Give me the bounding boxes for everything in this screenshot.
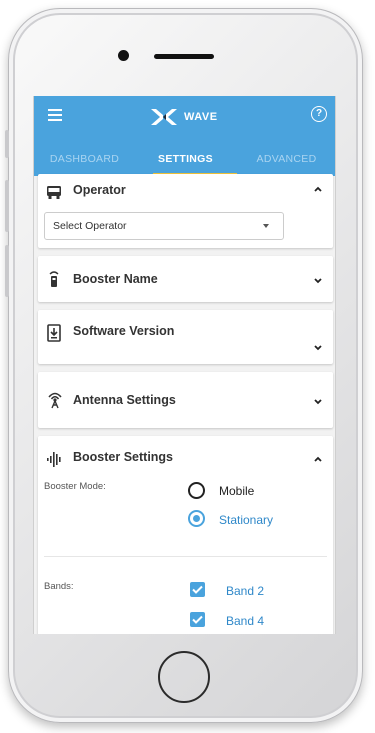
antenna-settings-header[interactable]: Antenna Settings <box>38 372 333 428</box>
band-4-checkbox[interactable] <box>190 612 205 627</box>
wave-logo-icon <box>151 109 177 125</box>
bands-label: Bands: <box>44 581 74 592</box>
tab-bar: DASHBOARD SETTINGS ADVANCED <box>34 146 335 176</box>
tab-dashboard[interactable]: DASHBOARD <box>34 146 135 176</box>
mode-mobile-label[interactable]: Mobile <box>219 484 254 498</box>
booster-name-card[interactable]: Booster Name <box>38 256 333 302</box>
volume-up-button <box>5 180 9 232</box>
volume-down-button <box>5 245 9 297</box>
operator-card: Operator Select Operator <box>38 174 333 248</box>
chevron-up-icon[interactable] <box>313 454 323 464</box>
operator-title: Operator <box>73 183 126 197</box>
home-button[interactable] <box>158 651 210 703</box>
signal-bars-icon <box>47 452 61 467</box>
app-screen: WAVE ? DASHBOARD SETTINGS ADVANCED Opera… <box>33 96 336 634</box>
operator-header[interactable]: Operator <box>38 174 333 214</box>
software-version-card[interactable]: Software Version <box>38 310 333 364</box>
antenna-settings-card[interactable]: Antenna Settings <box>38 372 333 428</box>
booster-settings-card: Booster Settings Booster Mode: Mobile St… <box>38 436 333 634</box>
earpiece-speaker <box>154 54 214 59</box>
software-version-title: Software Version <box>73 324 175 338</box>
app-name: WAVE <box>184 111 218 123</box>
app-header: WAVE ? DASHBOARD SETTINGS ADVANCED <box>34 96 335 176</box>
chevron-down-icon[interactable] <box>313 276 323 286</box>
mode-stationary-radio[interactable] <box>188 510 205 527</box>
booster-device-icon <box>49 271 59 287</box>
band-4-label[interactable]: Band 4 <box>226 614 264 628</box>
software-version-header[interactable]: Software Version <box>38 310 333 364</box>
chevron-up-icon[interactable] <box>313 184 323 194</box>
checkmark-icon <box>192 615 203 624</box>
tab-advanced[interactable]: ADVANCED <box>236 146 335 176</box>
booster-mode-label: Booster Mode: <box>44 481 106 492</box>
antenna-settings-title: Antenna Settings <box>73 393 176 407</box>
mute-switch <box>5 130 9 158</box>
antenna-icon <box>48 392 62 409</box>
booster-name-header[interactable]: Booster Name <box>38 256 333 302</box>
download-icon <box>47 324 61 342</box>
operator-select[interactable]: Select Operator <box>44 212 284 240</box>
dropdown-caret-icon <box>263 224 269 228</box>
booster-settings-title: Booster Settings <box>73 450 174 464</box>
front-camera <box>118 50 129 61</box>
chevron-down-icon[interactable] <box>313 343 323 353</box>
tab-settings[interactable]: SETTINGS <box>135 146 236 176</box>
band-2-label[interactable]: Band 2 <box>226 584 264 598</box>
section-divider <box>44 556 327 557</box>
chevron-down-icon[interactable] <box>313 397 323 407</box>
menu-icon[interactable] <box>48 109 62 121</box>
bus-icon <box>47 186 61 199</box>
mode-mobile-radio[interactable] <box>188 482 205 499</box>
booster-settings-header[interactable]: Booster Settings <box>38 436 333 478</box>
band-2-checkbox[interactable] <box>190 582 205 597</box>
checkmark-icon <box>192 585 203 594</box>
app-logo: WAVE <box>150 106 218 128</box>
help-icon[interactable]: ? <box>311 106 327 122</box>
mode-stationary-label[interactable]: Stationary <box>219 513 273 527</box>
operator-select-value: Select Operator <box>53 220 127 232</box>
booster-name-title: Booster Name <box>73 272 158 286</box>
